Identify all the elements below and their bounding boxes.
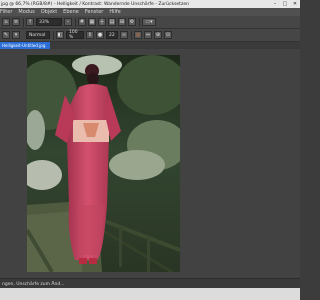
menu-window[interactable]: Fenster (85, 9, 104, 15)
window-title: jpg @ 66,7% (RGB/8#) - Helligkeit / Kont… (1, 1, 189, 7)
kimono-photo (27, 55, 180, 272)
opacity-field[interactable]: 100 % (66, 30, 84, 40)
brush-preset-icon[interactable]: ▾ (12, 31, 20, 39)
zoom-field[interactable]: 33% (36, 18, 62, 26)
transform-icon[interactable]: ⊞ (118, 18, 126, 26)
title-bar: jpg @ 66,7% (RGB/8#) - Helligkeit / Kont… (0, 0, 300, 8)
mirror-icon[interactable]: ⇔ (144, 31, 152, 39)
arrow-icon[interactable]: ↑ (26, 18, 34, 26)
menu-mode[interactable]: Modus (18, 9, 34, 15)
taskbar-strip (0, 288, 300, 300)
menu-filter[interactable]: Filter (0, 9, 12, 15)
menu-object[interactable]: Objekt (41, 9, 57, 15)
view-icon[interactable]: ▭▾ (142, 18, 156, 26)
ruler-icon[interactable]: ┼ (98, 18, 106, 26)
menu-layer[interactable]: Ebene (63, 9, 79, 15)
separator (139, 17, 140, 27)
tool-options-bar: ✎ ▾ Normal ◧ 100 % ⇕ ● 22 ∞ ◎ ⇔ ⊕ ⊙ (0, 29, 300, 42)
size-field[interactable]: 22 (106, 31, 118, 39)
mode-select[interactable]: Normal (26, 31, 50, 39)
menu-help[interactable]: Hilfe (109, 9, 120, 15)
grid-icon[interactable]: # (78, 18, 86, 26)
settings-icon[interactable]: ⚙ (128, 18, 136, 26)
link-icon[interactable]: ∞ (120, 31, 128, 39)
document-tab[interactable]: Helligkeit-Untitled.jpg (0, 42, 50, 49)
opacity-stepper-icon[interactable]: ⇕ (86, 31, 94, 39)
document-tabbar: Helligkeit-Untitled.jpg (0, 42, 300, 49)
lock-icon[interactable]: ⊙ (164, 31, 172, 39)
target-icon[interactable]: ◎ (134, 31, 142, 39)
menu-icon[interactable]: ≡ (12, 18, 20, 26)
main-toolbar: ⌂ ≡ ↑ 33% – # ▦ ┼ ▤ ⊞ ⚙ ▭▾ (0, 16, 300, 29)
home-icon[interactable]: ⌂ (2, 18, 10, 26)
canvas-image[interactable] (27, 55, 180, 272)
status-text: ngen, Unschärfe zum Änd... (2, 281, 65, 287)
minimize-button[interactable]: – (270, 0, 280, 8)
layers-icon[interactable]: ▤ (108, 18, 116, 26)
separator (23, 17, 24, 27)
size-icon[interactable]: ● (96, 31, 104, 39)
menu-bar: Filter Modus Objekt Ebene Fenster Hilfe (0, 8, 300, 16)
zoom-out-icon[interactable]: – (64, 18, 72, 26)
brush-icon[interactable]: ✎ (2, 31, 10, 39)
separator (75, 17, 76, 27)
separator (53, 30, 54, 40)
wrap-icon[interactable]: ⊕ (154, 31, 162, 39)
grid-snap-icon[interactable]: ▦ (88, 18, 96, 26)
mode-icon[interactable]: ◧ (56, 31, 64, 39)
maximize-button[interactable]: □ (280, 0, 290, 8)
close-button[interactable]: ✕ (290, 0, 300, 8)
separator (131, 30, 132, 40)
